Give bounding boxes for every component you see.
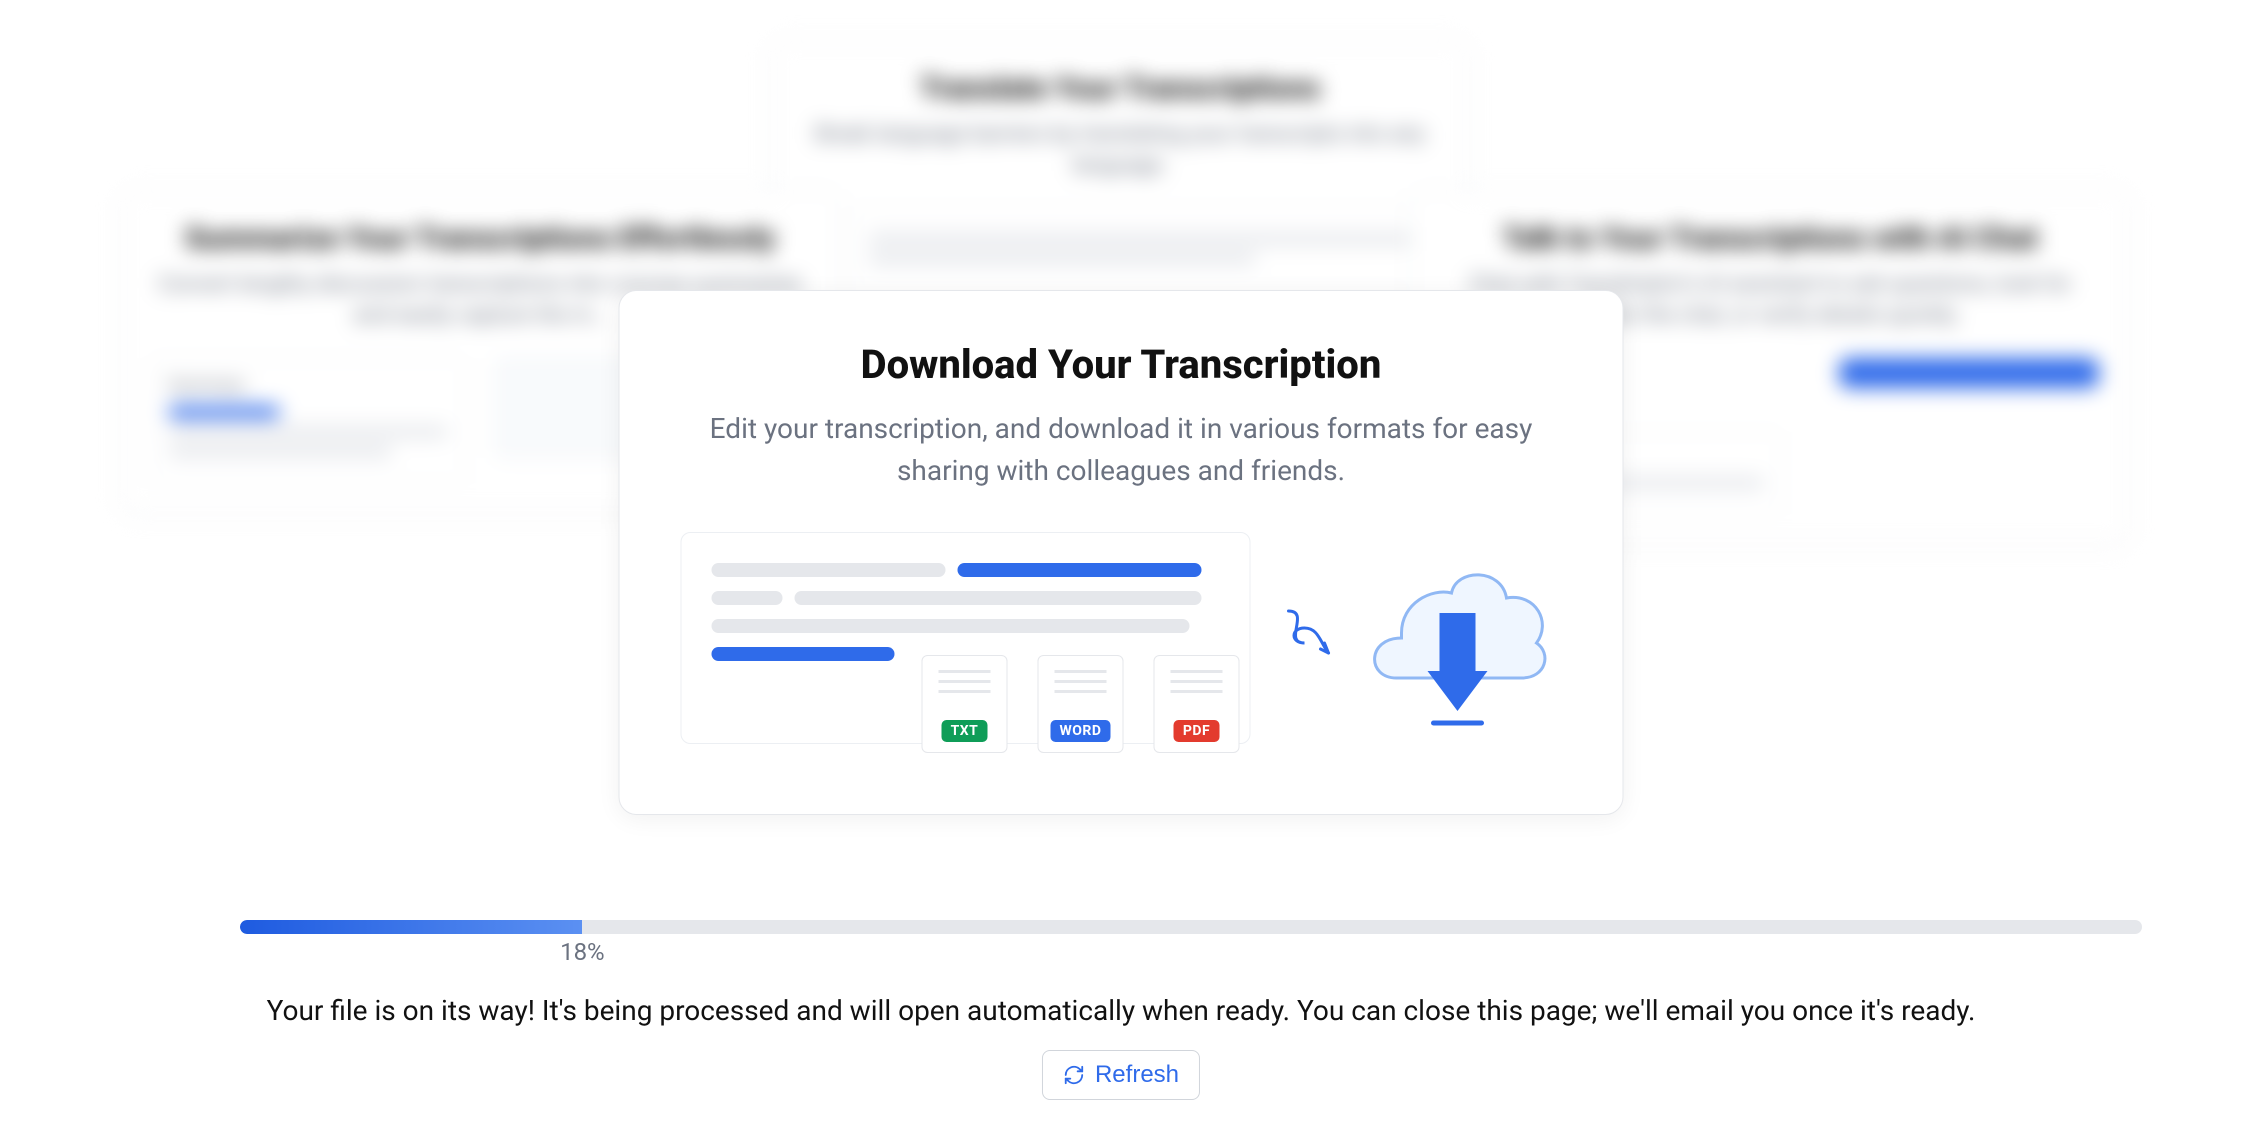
progress-percent-label: 18% [560, 938, 605, 966]
refresh-icon [1063, 1064, 1085, 1086]
refresh-button[interactable]: Refresh [1042, 1050, 1200, 1100]
cloud-download-icon [1342, 543, 1562, 733]
status-row: Your file is on its way! It's being proc… [0, 994, 2242, 1027]
status-message: Your file is on its way! It's being proc… [267, 994, 1976, 1027]
bg-card-subtitle: Break language barriers by translating y… [801, 120, 1439, 182]
progress-track [240, 920, 2142, 934]
curly-arrow-icon [1281, 603, 1336, 673]
file-format-label: WORD [1051, 720, 1111, 742]
bg-card-title: Translate Your Transcriptions [801, 71, 1439, 106]
card-description: Edit your transcription, and download it… [680, 408, 1563, 492]
transcript-illustration: TXT WORD PDF [681, 532, 1251, 744]
file-word-icon: WORD [1038, 655, 1124, 753]
card-title: Download Your Transcription [680, 341, 1563, 388]
bg-card-body [801, 208, 1439, 290]
progress-fill [240, 920, 582, 934]
bg-summary-label: Summary [168, 375, 448, 396]
upload-progress: 18% [240, 920, 2142, 934]
bg-card-title: Summarize Your Transcriptions Effortless… [151, 221, 809, 256]
card-illustration: TXT WORD PDF [680, 532, 1563, 744]
download-illustration [1281, 543, 1562, 733]
file-pdf-icon: PDF [1154, 655, 1240, 753]
download-transcription-card: Download Your Transcription Edit your tr… [619, 290, 1624, 815]
bg-card-translate: Translate Your Transcriptions Break lang… [770, 40, 1470, 321]
file-format-icons: TXT WORD PDF [922, 655, 1240, 753]
bg-card-title: Talk to Your Transcriptions with AI Chat [1441, 221, 2099, 256]
file-format-label: PDF [1174, 720, 1219, 742]
file-format-label: TXT [942, 720, 988, 742]
refresh-label: Refresh [1095, 1061, 1179, 1089]
file-txt-icon: TXT [922, 655, 1008, 753]
